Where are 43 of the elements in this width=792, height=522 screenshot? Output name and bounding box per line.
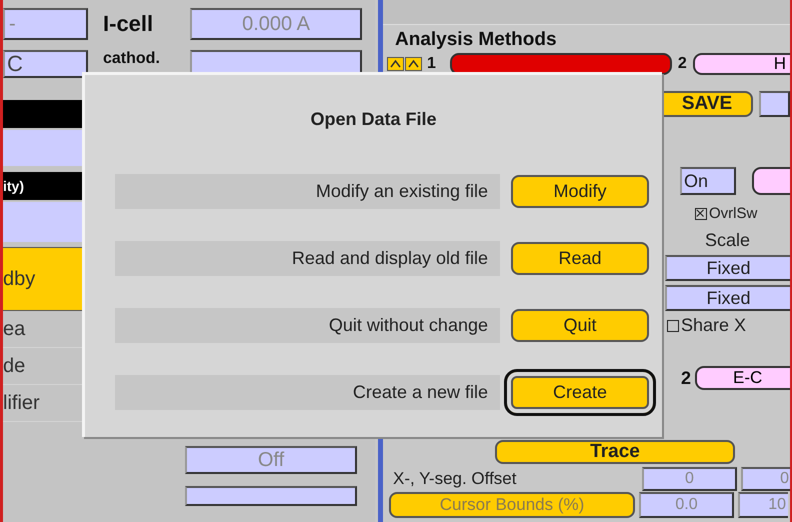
option-button[interactable] xyxy=(752,167,790,195)
method-number: 2 xyxy=(678,55,687,73)
parameter-label: ea xyxy=(3,318,26,340)
bound-field: 0.0 xyxy=(639,492,734,518)
parameter-label: de xyxy=(3,354,26,378)
dialog-title: Open Data File xyxy=(310,109,437,130)
up-arrows-icon[interactable] xyxy=(387,57,423,71)
offset-field: 0 xyxy=(741,467,790,491)
offset-label: X-, Y-seg. Offset xyxy=(393,469,518,489)
trace-button[interactable]: Trace xyxy=(495,440,735,464)
option-label: Quit without change xyxy=(115,308,500,343)
bound-field: 10 xyxy=(738,492,788,518)
offset-field: 0 xyxy=(642,467,737,491)
option-label: Create a new file xyxy=(115,375,500,410)
scale-field[interactable]: Fixed xyxy=(665,285,790,311)
charge-label: cathod. xyxy=(103,50,161,68)
checkbox[interactable] xyxy=(695,208,707,220)
method-button[interactable]: H xyxy=(692,53,790,75)
lavender-field xyxy=(759,91,790,117)
value-field: - xyxy=(3,8,88,40)
option-button[interactable]: Quit xyxy=(511,309,649,342)
mode-label: ity) xyxy=(3,178,24,194)
trace-button[interactable]: E-C xyxy=(695,366,790,390)
on-button[interactable]: On xyxy=(680,167,736,195)
method-number: 1 xyxy=(427,55,436,73)
charge-field: C xyxy=(3,50,88,78)
current-label: I-cell xyxy=(103,11,154,37)
parameter-label: lifier xyxy=(3,392,40,414)
option-label: Modify an existing file xyxy=(115,174,500,209)
filter-field: Off xyxy=(185,446,357,474)
section-title: Analysis Methods xyxy=(395,29,558,51)
share-x-label: Share X xyxy=(681,315,746,336)
scale-header: Scale xyxy=(705,230,752,251)
option-button[interactable]: Read xyxy=(511,242,649,275)
current-field: 0.000 A xyxy=(190,8,362,40)
option-label: Read and display old file xyxy=(115,241,500,276)
option-button[interactable]: Create xyxy=(504,369,656,416)
option-button[interactable]: Modify xyxy=(511,175,649,208)
overlay-label: OvrlSw xyxy=(709,205,758,222)
checkbox[interactable] xyxy=(667,320,679,332)
trace-number: 2 xyxy=(681,368,692,388)
save-button[interactable]: SAVE xyxy=(663,91,753,117)
scale-field[interactable]: Fixed xyxy=(665,255,790,281)
